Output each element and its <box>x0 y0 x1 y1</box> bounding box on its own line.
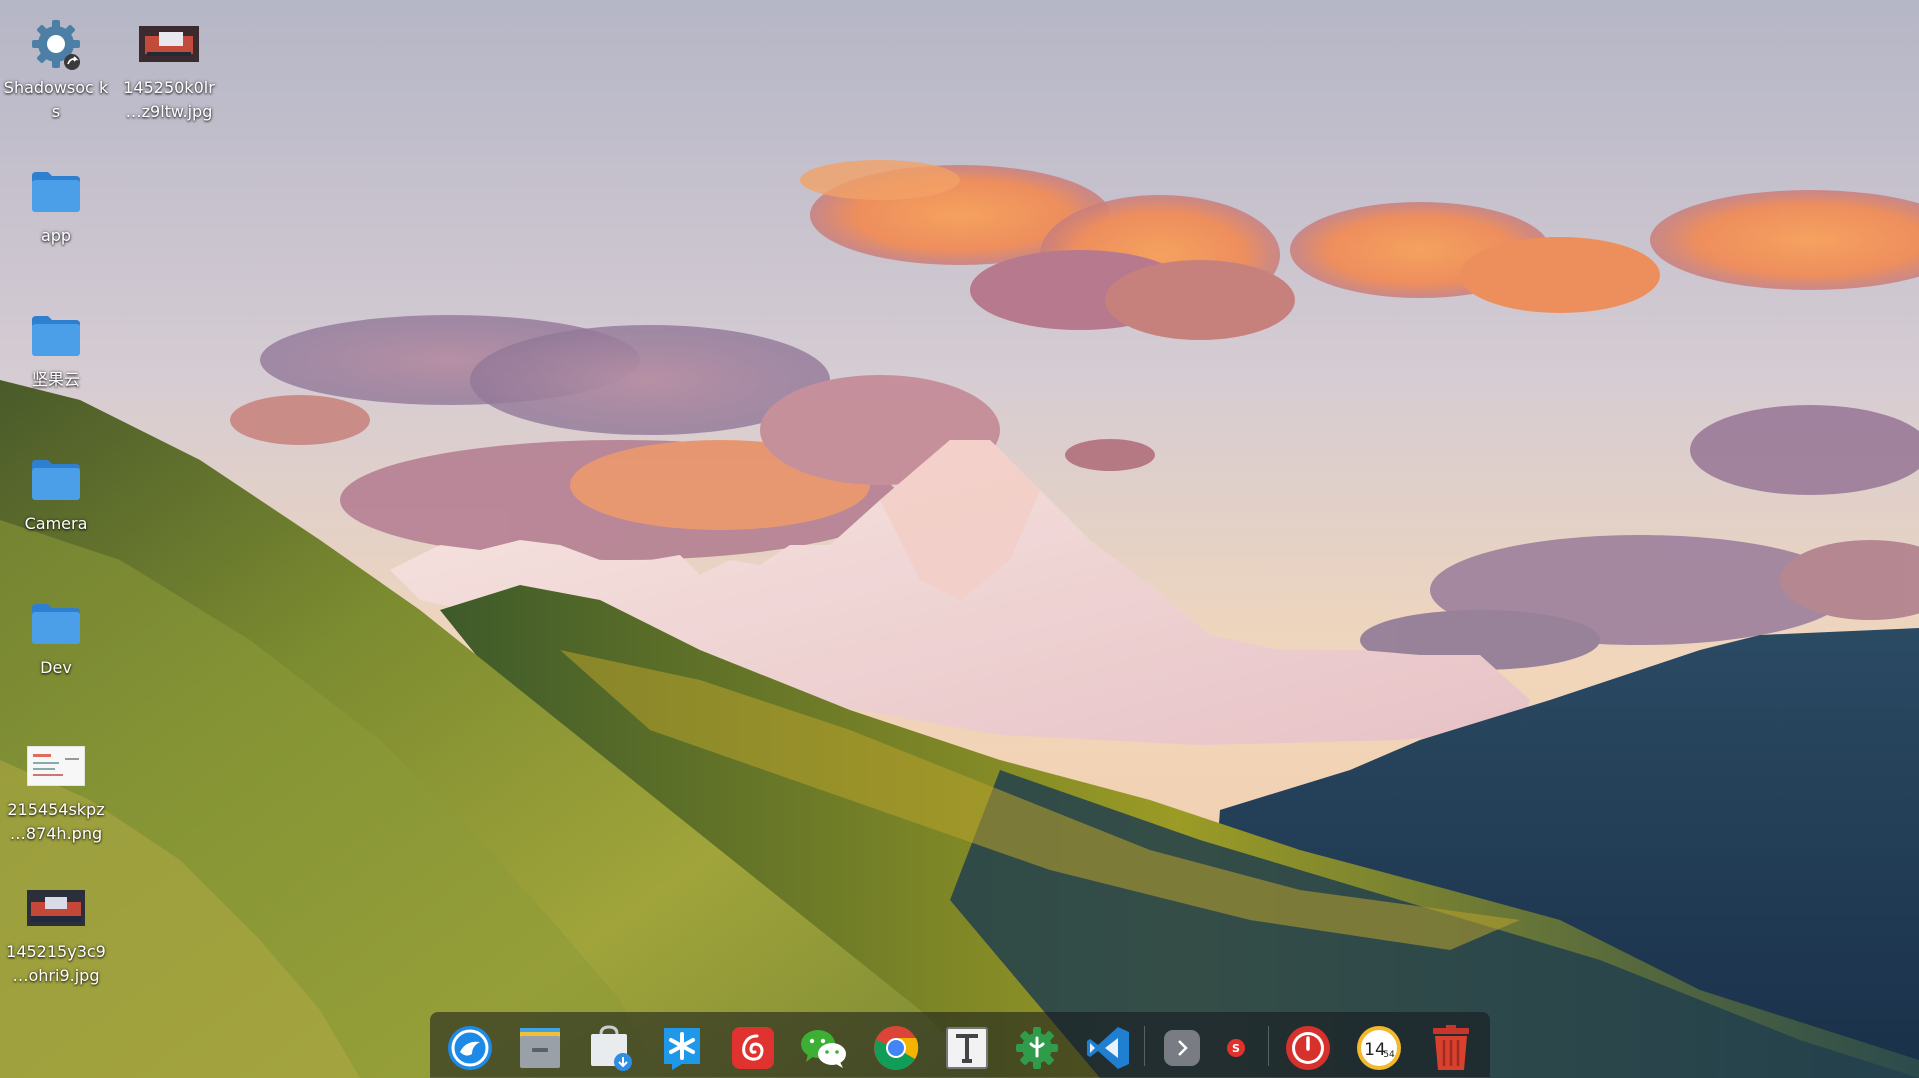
dock-chrome[interactable] <box>870 1022 922 1074</box>
desktop-icon-folder-dev[interactable]: Dev <box>0 592 112 680</box>
dock-green-gear-app[interactable] <box>1011 1022 1063 1074</box>
gear-shortcut-icon <box>0 12 112 76</box>
desktop-icon-image-215454[interactable]: 215454skpz …874h.png <box>0 734 112 846</box>
dock-typora[interactable] <box>941 1022 993 1074</box>
folder-icon <box>0 592 112 656</box>
folder-icon <box>0 448 112 512</box>
desktop-icon-image-145250[interactable]: 145250k0lr …z9ltw.jpg <box>113 12 225 124</box>
dock-app-store[interactable] <box>585 1022 637 1074</box>
desktop-icon-label: app <box>40 226 72 245</box>
image-thumbnail-icon <box>0 734 112 798</box>
wechat-icon <box>801 1030 846 1068</box>
clock-icon: 14 54 <box>1357 1026 1401 1070</box>
desktop-icon-label: 145215y3c9 …ohri9.jpg <box>6 942 106 985</box>
dock-power[interactable] <box>1282 1022 1334 1074</box>
folder-icon <box>0 160 112 224</box>
desktop-icon-shadowsocks[interactable]: Shadowsoc ks <box>0 12 112 124</box>
desktop-icon-folder-app[interactable]: app <box>0 160 112 248</box>
dock-separator <box>1144 1026 1145 1066</box>
dock-clock[interactable]: 14 54 <box>1353 1022 1405 1074</box>
clock-minute: 54 <box>1383 1050 1395 1060</box>
desktop-icon-label: 145250k0lr …z9ltw.jpg <box>123 78 215 121</box>
desktop-icon-folder-jianguoyun[interactable]: 坚果云 <box>0 304 112 392</box>
trash-icon <box>1433 1025 1469 1070</box>
desktop-icon-label: Shadowsoc ks <box>3 78 109 121</box>
dock-trash[interactable] <box>1425 1022 1477 1074</box>
dock-shadowsocks-tray[interactable]: S <box>1210 1022 1262 1074</box>
dock-file-manager[interactable] <box>514 1022 566 1074</box>
image-thumbnail-icon <box>113 12 225 76</box>
star-app-icon <box>664 1028 700 1070</box>
power-icon <box>1286 1026 1330 1070</box>
desktop-icon-label: 坚果云 <box>31 370 80 389</box>
desktop-icon-label: 215454skpz …874h.png <box>7 800 105 843</box>
dock-wechat[interactable] <box>798 1022 850 1074</box>
tray-expand-icon <box>1164 1030 1200 1066</box>
dock-netease-music[interactable] <box>727 1022 779 1074</box>
green-gear-app-icon <box>1016 1027 1058 1069</box>
desktop-icon-label: Dev <box>40 658 72 677</box>
file-manager-icon <box>520 1028 560 1068</box>
netease-music-icon <box>732 1027 774 1069</box>
dock-tray-expand[interactable] <box>1156 1022 1208 1074</box>
dock: S 14 54 <box>430 1012 1490 1078</box>
desktop-icon-image-145215[interactable]: 145215y3c9 …ohri9.jpg <box>0 876 112 988</box>
deepin-launcher-icon <box>448 1026 492 1070</box>
desktop-icon-folder-camera[interactable]: Camera <box>0 448 112 536</box>
dock-separator <box>1268 1026 1269 1066</box>
chrome-icon <box>874 1026 919 1070</box>
vscode-icon <box>1087 1027 1129 1069</box>
app-store-icon <box>591 1025 632 1071</box>
svg-text:S: S <box>1232 1042 1240 1055</box>
dock-launcher[interactable] <box>444 1022 496 1074</box>
dock-star-app[interactable] <box>656 1022 708 1074</box>
typora-icon <box>946 1027 988 1069</box>
desktop-icon-label: Camera <box>24 514 88 533</box>
shadowsocks-tray-icon: S <box>1227 1039 1245 1057</box>
folder-icon <box>0 304 112 368</box>
image-thumbnail-icon <box>0 876 112 940</box>
dock-vscode[interactable] <box>1082 1022 1134 1074</box>
desktop-wallpaper <box>0 0 1919 1078</box>
